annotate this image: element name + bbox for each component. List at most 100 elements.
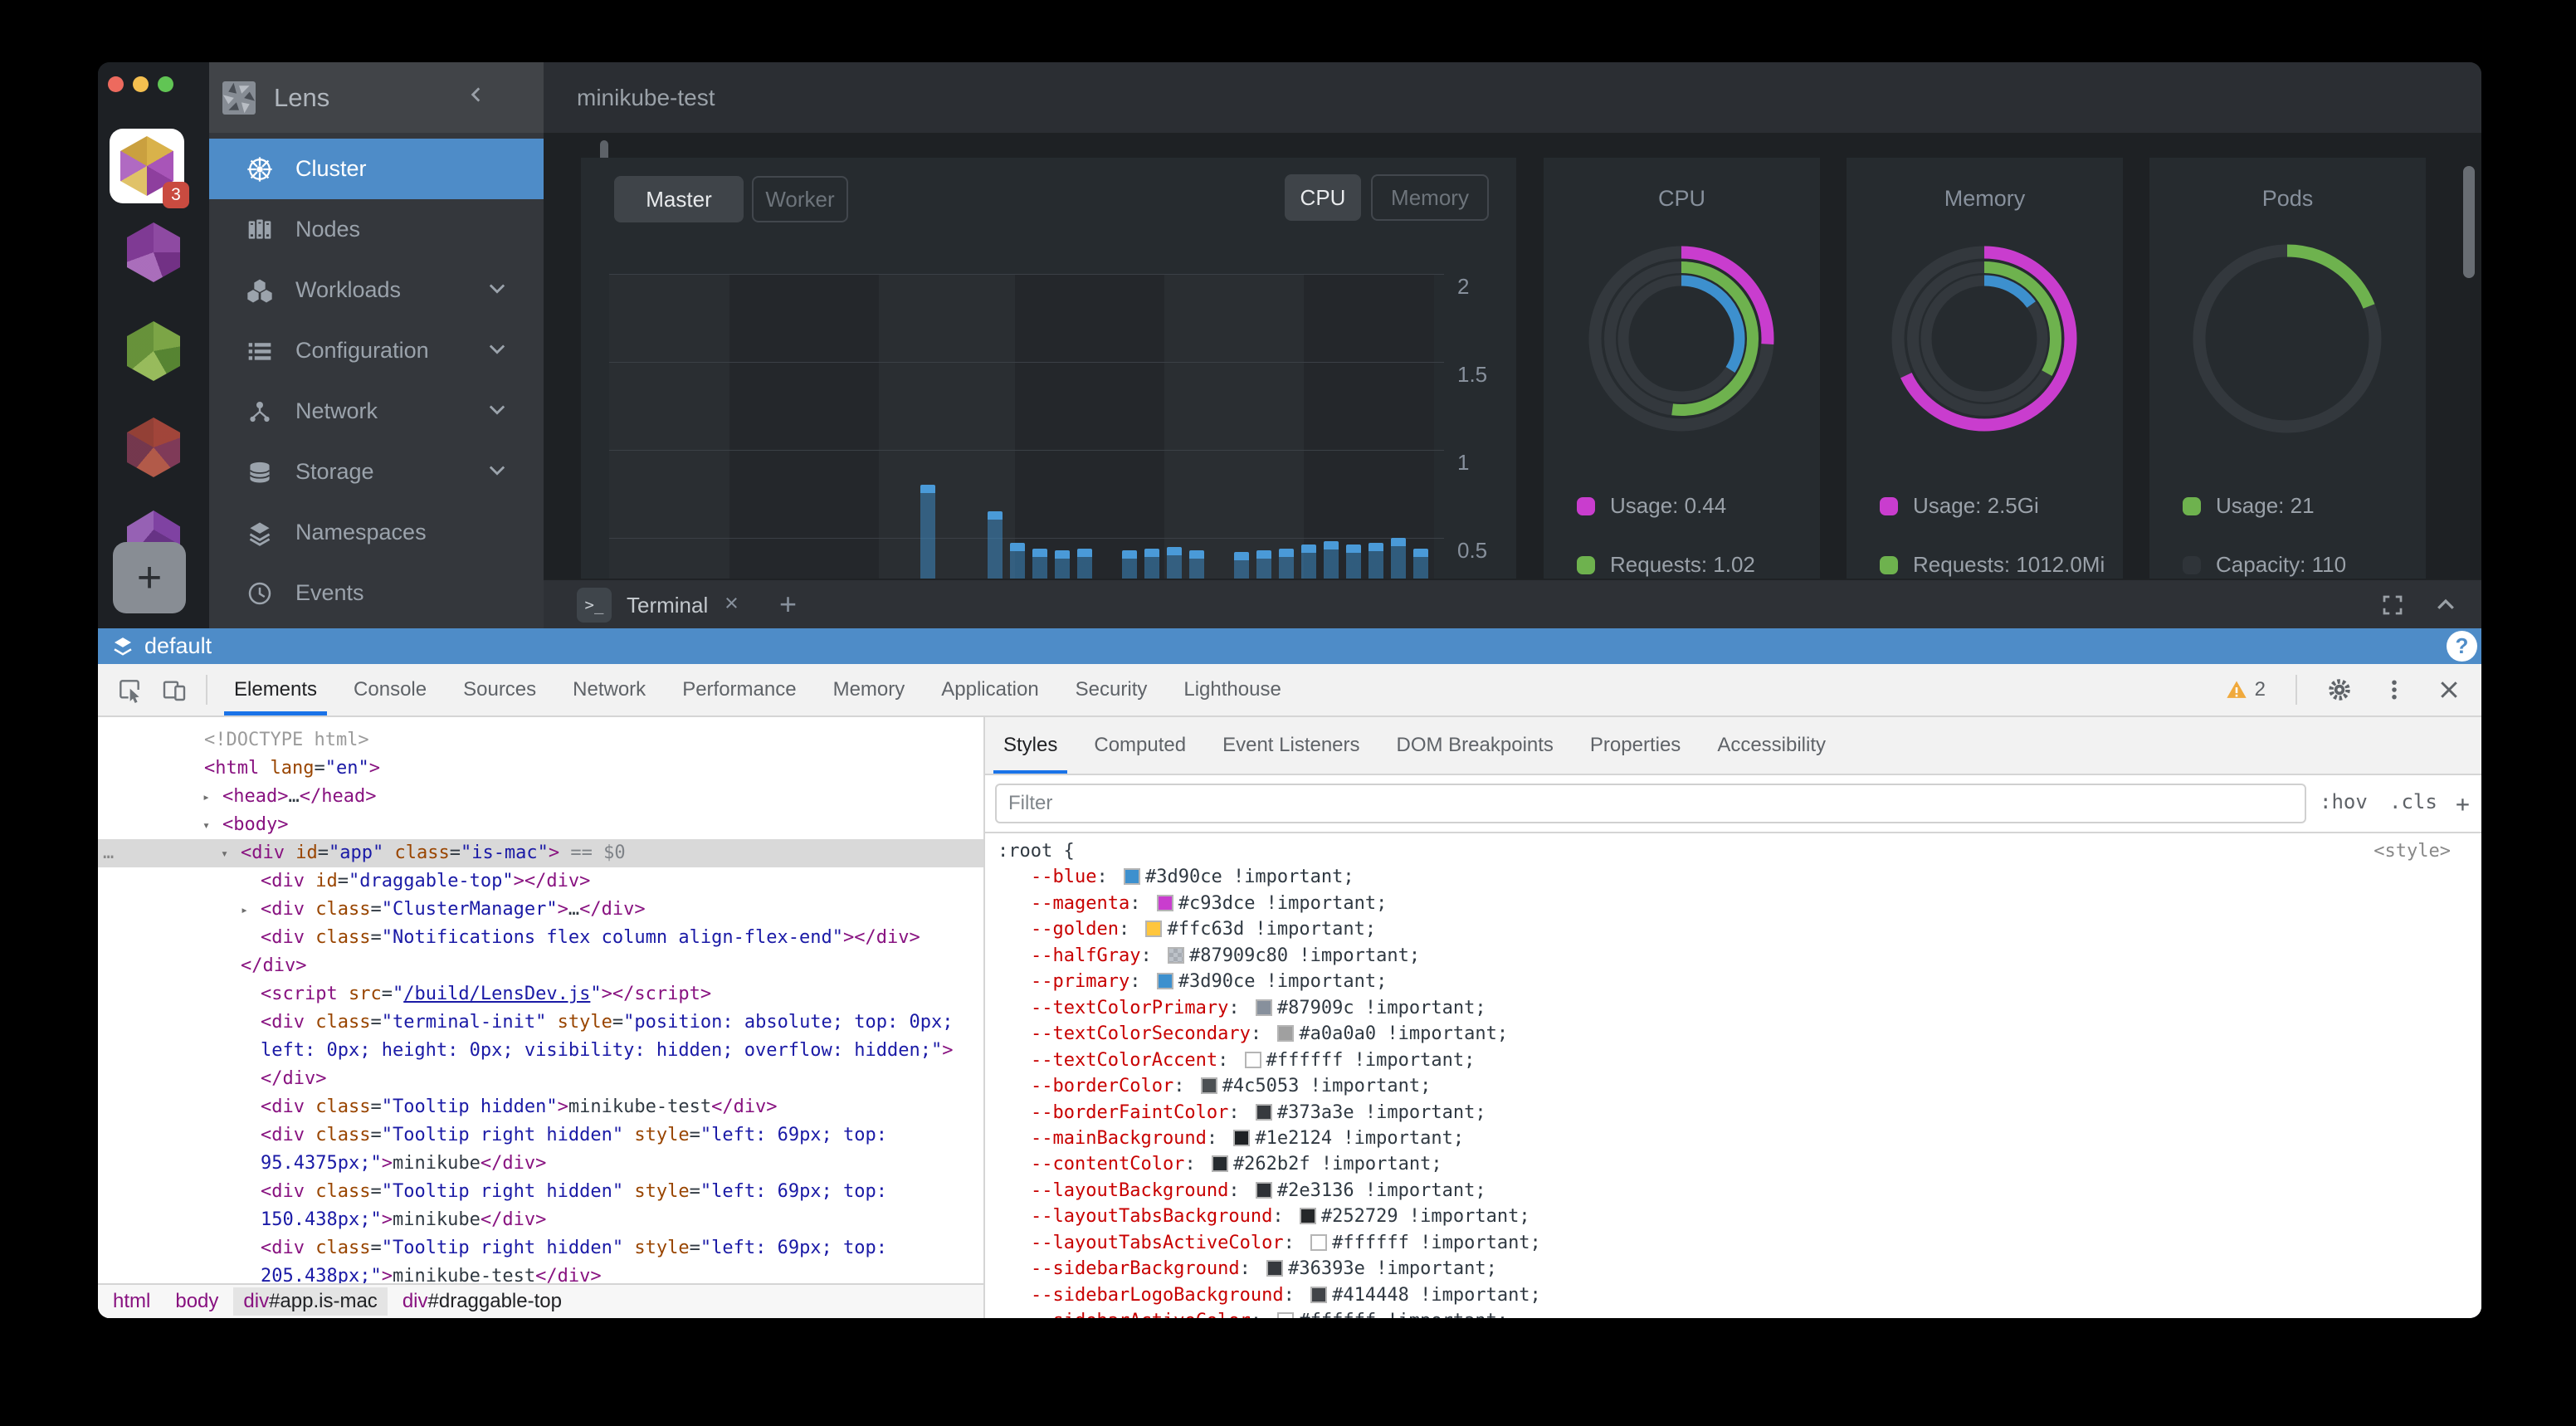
dom-tree-row[interactable]: ▸<div class="ClusterManager">…</div> — [98, 896, 983, 924]
sidebar-item-network[interactable]: Network — [209, 381, 544, 442]
color-swatch[interactable] — [1310, 1287, 1327, 1303]
css-variable-row[interactable]: --sidebarBackground: #36393e !important; — [985, 1256, 2479, 1282]
minimize-window-button[interactable] — [133, 76, 149, 92]
kebab-menu-icon[interactable] — [2382, 677, 2407, 702]
chevron-down-icon[interactable] — [485, 458, 509, 486]
dom-tree-row[interactable]: <!DOCTYPE html> — [98, 726, 983, 755]
sidebar-item-storage[interactable]: Storage — [209, 442, 544, 502]
dom-tree-row[interactable]: <div class="Tooltip right hidden" style=… — [98, 1234, 983, 1262]
dom-tree-row[interactable]: <script src="/build/LensDev.js"></script… — [98, 980, 983, 1008]
breadcrumb-item[interactable]: html — [103, 1287, 160, 1316]
dom-tree-row[interactable]: ▸<head>…</head> — [98, 783, 983, 811]
chevron-down-icon[interactable] — [485, 337, 509, 364]
dom-tree-row[interactable]: 95.4375px;">minikube</div> — [98, 1150, 983, 1178]
color-swatch[interactable] — [1124, 868, 1140, 885]
tab-console[interactable]: Console — [335, 664, 445, 715]
expand-arrow-icon[interactable]: ▾ — [221, 839, 228, 867]
color-swatch[interactable] — [1245, 1052, 1261, 1068]
color-swatch[interactable] — [1157, 895, 1173, 911]
sidebar-item-workloads[interactable]: Workloads — [209, 260, 544, 320]
metric-tab-memory[interactable]: Memory — [1371, 174, 1489, 221]
close-devtools-icon[interactable] — [2437, 677, 2461, 702]
collapse-arrow-icon[interactable]: ▸ — [202, 783, 210, 811]
tab-network[interactable]: Network — [554, 664, 664, 715]
dom-tree-row[interactable]: </div> — [98, 1065, 983, 1093]
css-variable-row[interactable]: --sidebarLogoBackground: #414448 !import… — [985, 1282, 2479, 1309]
tab-memory[interactable]: Memory — [815, 664, 924, 715]
dom-tree-row[interactable]: left: 0px; height: 0px; visibility: hidd… — [98, 1037, 983, 1065]
css-variable-row[interactable]: --borderColor: #4c5053 !important; — [985, 1073, 2479, 1100]
dom-tree-row[interactable]: <div class="Notifications flex column al… — [98, 924, 983, 952]
sidebar-item-nodes[interactable]: Nodes — [209, 199, 544, 260]
chevron-down-icon[interactable] — [485, 276, 509, 304]
cluster-icon-purple[interactable] — [127, 222, 180, 282]
breadcrumb-item[interactable]: div#draggable-top — [393, 1287, 572, 1316]
sidebar-collapse-icon[interactable] — [466, 84, 487, 110]
css-variable-row[interactable]: --layoutBackground: #2e3136 !important; — [985, 1178, 2479, 1204]
css-variable-row[interactable]: --textColorSecondary: #a0a0a0 !important… — [985, 1021, 2479, 1048]
cluster-icon-green[interactable] — [127, 321, 180, 381]
gear-icon[interactable] — [2327, 677, 2352, 702]
color-swatch[interactable] — [1145, 921, 1162, 937]
new-style-rule-button[interactable]: + — [2456, 790, 2470, 818]
color-swatch[interactable] — [1168, 947, 1184, 964]
styles-filter-input[interactable] — [995, 784, 2306, 823]
terminal-tab-label[interactable]: Terminal — [627, 593, 708, 618]
tab-lighthouse[interactable]: Lighthouse — [1165, 664, 1299, 715]
styles-tab-event-listeners[interactable]: Event Listeners — [1204, 717, 1378, 774]
styles-tab-accessibility[interactable]: Accessibility — [1699, 717, 1844, 774]
terminal-fullscreen-icon[interactable] — [2380, 593, 2405, 622]
css-variable-row[interactable]: --borderFaintColor: #373a3e !important; — [985, 1100, 2479, 1126]
add-cluster-button[interactable]: + — [113, 542, 186, 613]
sidebar-item-configuration[interactable]: Configuration — [209, 320, 544, 381]
active-cluster-tile[interactable]: 3 — [110, 129, 184, 203]
css-variable-row[interactable]: --primary: #3d90ce !important; — [985, 969, 2479, 995]
color-swatch[interactable] — [1277, 1025, 1294, 1042]
dom-tree-row[interactable]: <div id="draggable-top"></div> — [98, 867, 983, 896]
metric-tab-cpu[interactable]: CPU — [1285, 174, 1361, 221]
close-window-button[interactable] — [108, 76, 124, 92]
terminal-collapse-icon[interactable] — [2433, 593, 2458, 622]
dom-tree-row[interactable]: <div class="Tooltip right hidden" style=… — [98, 1178, 983, 1206]
dom-tree-row[interactable]: 205.438px;">minikube-test</div> — [98, 1262, 983, 1283]
tab-performance[interactable]: Performance — [664, 664, 814, 715]
css-variable-row[interactable]: --sidebarActiveColor: #ffffff !important… — [985, 1308, 2479, 1318]
css-variable-row[interactable]: --textColorAccent: #ffffff !important; — [985, 1048, 2479, 1074]
color-swatch[interactable] — [1277, 1312, 1294, 1318]
dom-tree-row[interactable]: …▾<div id="app" class="is-mac"> == $0 — [98, 839, 983, 867]
styles-tab-computed[interactable]: Computed — [1076, 717, 1204, 774]
css-variable-row[interactable]: --textColorPrimary: #87909c !important; — [985, 995, 2479, 1022]
sidebar-item-cluster[interactable]: Cluster — [209, 139, 544, 199]
tab-sources[interactable]: Sources — [445, 664, 554, 715]
node-tab-master[interactable]: Master — [614, 176, 744, 222]
namespace-label[interactable]: default — [144, 633, 212, 659]
cluster-icon-red[interactable] — [127, 418, 180, 477]
expand-arrow-icon[interactable]: ▾ — [202, 811, 210, 839]
color-swatch[interactable] — [1201, 1077, 1217, 1094]
chevron-down-icon[interactable] — [485, 398, 509, 425]
styles-tab-dom-breakpoints[interactable]: DOM Breakpoints — [1378, 717, 1572, 774]
dom-tree-row[interactable]: <div class="terminal-init" style="positi… — [98, 1008, 983, 1037]
css-variable-row[interactable]: --blue: #3d90ce !important; — [985, 864, 2479, 891]
color-swatch[interactable] — [1256, 1182, 1272, 1199]
dom-tree-row[interactable]: <html lang="en"> — [98, 755, 983, 783]
color-swatch[interactable] — [1300, 1208, 1316, 1224]
toggle-hover-state-button[interactable]: :hov — [2320, 790, 2368, 813]
styles-tab-styles[interactable]: Styles — [985, 717, 1076, 774]
breadcrumb-item[interactable]: div#app.is-mac — [233, 1287, 387, 1316]
css-variable-row[interactable]: --contentColor: #262b2f !important; — [985, 1151, 2479, 1178]
terminal-add-icon[interactable]: + — [779, 587, 797, 622]
styles-tab-properties[interactable]: Properties — [1572, 717, 1699, 774]
color-swatch[interactable] — [1256, 1104, 1272, 1121]
dom-tree-row[interactable]: <div class="Tooltip hidden">minikube-tes… — [98, 1093, 983, 1121]
toggle-class-button[interactable]: .cls — [2389, 790, 2437, 813]
breadcrumb-item[interactable]: body — [165, 1287, 228, 1316]
color-swatch[interactable] — [1212, 1155, 1228, 1172]
style-origin-link[interactable]: <style> — [2374, 838, 2451, 865]
css-variable-row[interactable]: --mainBackground: #1e2124 !important; — [985, 1126, 2479, 1152]
color-swatch[interactable] — [1266, 1260, 1283, 1277]
css-variable-row[interactable]: --halfGray: #87909c80 !important; — [985, 943, 2479, 969]
dom-tree-row[interactable]: <div class="Tooltip right hidden" style=… — [98, 1121, 983, 1150]
dom-tree-row[interactable]: ▾<body> — [98, 811, 983, 839]
color-swatch[interactable] — [1233, 1130, 1250, 1146]
